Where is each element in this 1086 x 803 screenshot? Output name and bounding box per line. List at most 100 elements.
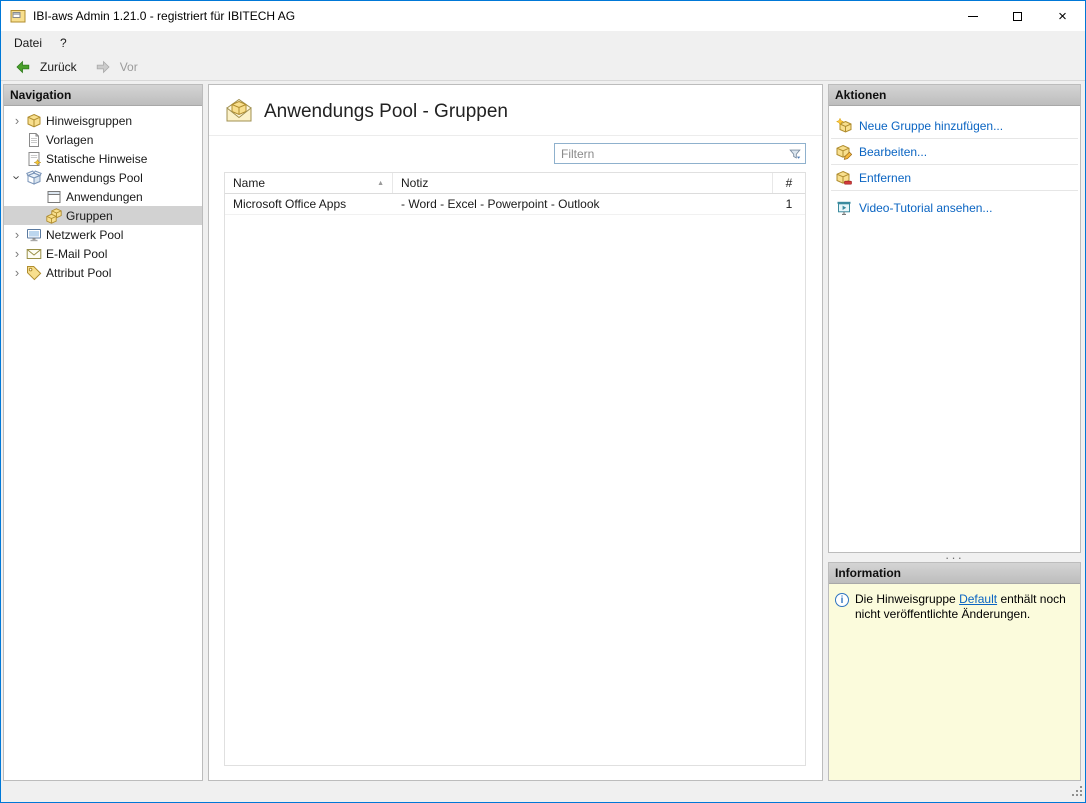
- action-label: Entfernen: [859, 170, 912, 185]
- sort-ascending-icon: ▲: [377, 179, 384, 187]
- window-title: IBI-aws Admin 1.21.0 - registriert für I…: [33, 9, 296, 23]
- main-panel: Anwendungs Pool - Gruppen Name ▲: [208, 84, 823, 781]
- tree-item-label: Vorlagen: [46, 132, 94, 147]
- add-group-icon: [835, 117, 852, 134]
- action-label: Bearbeiten...: [859, 144, 928, 159]
- templates-icon: [26, 132, 42, 148]
- column-header-count-label: #: [785, 176, 793, 190]
- chevron-right-icon[interactable]: ›: [10, 114, 24, 127]
- sidebar-item-vorlagen[interactable]: › Vorlagen: [4, 130, 202, 149]
- tree-item-label: Netzwerk Pool: [46, 227, 124, 242]
- page-title: Anwendungs Pool - Gruppen: [264, 100, 508, 122]
- sidebar-item-anwendungen[interactable]: › Anwendungen: [4, 187, 202, 206]
- chevron-right-icon[interactable]: ›: [10, 247, 24, 260]
- back-arrow-icon: [15, 59, 31, 75]
- sidebar-item-netzwerk-pool[interactable]: › Netzwerk Pool: [4, 225, 202, 244]
- sidebar-item-statische-hinweise[interactable]: › Statische Hinweise: [4, 149, 202, 168]
- sidebar-item-email-pool[interactable]: › E-Mail Pool: [4, 244, 202, 263]
- action-list: Neue Gruppe hinzufügen... Bearbeiten...: [829, 106, 1080, 220]
- menu-bar: Datei ?: [1, 31, 1085, 54]
- back-button[interactable]: Zurück: [6, 56, 84, 78]
- static-notices-icon: [26, 151, 42, 167]
- tree-item-label: Anwendungen: [66, 189, 143, 204]
- close-button[interactable]: ×: [1040, 1, 1085, 31]
- maximize-icon: [1013, 11, 1022, 21]
- table-header-row: Name ▲ Notiz #: [225, 173, 805, 194]
- column-header-name-label: Name: [233, 176, 266, 190]
- filter-row: [209, 136, 822, 172]
- attribute-pool-icon: [26, 265, 42, 281]
- status-bar: [1, 781, 1085, 802]
- close-icon: ×: [1058, 7, 1067, 25]
- column-header-notiz[interactable]: Notiz: [393, 173, 773, 193]
- minimize-icon: [967, 15, 978, 17]
- tree-item-label: Gruppen: [66, 208, 113, 223]
- action-edit[interactable]: Bearbeiten...: [829, 139, 1080, 164]
- notice-groups-icon: [26, 113, 42, 129]
- actions-header: Aktionen: [829, 85, 1080, 106]
- navigation-tree: › Hinweisgruppen › Vorlagen ›: [4, 106, 202, 282]
- forward-button: Vor: [86, 56, 145, 78]
- tree-item-label: Statische Hinweise: [46, 151, 148, 166]
- edit-group-icon: [836, 144, 853, 160]
- title-bar: IBI-aws Admin 1.21.0 - registriert für I…: [1, 1, 1085, 31]
- groups-page-icon: [225, 96, 253, 127]
- right-column: Aktionen Neue Gruppe hinzufügen... Bearb…: [828, 84, 1081, 781]
- email-pool-icon: [26, 246, 42, 262]
- chevron-down-icon[interactable]: ›: [10, 171, 25, 185]
- app-icon: [10, 8, 26, 24]
- cell-count: 1: [785, 197, 793, 211]
- maximize-button[interactable]: [995, 1, 1040, 31]
- info-text-before: Die Hinweisgruppe: [855, 592, 956, 606]
- information-panel: Information i Die Hinweisgruppe Default …: [828, 562, 1081, 781]
- action-remove[interactable]: Entfernen: [829, 165, 1080, 190]
- info-icon: i: [835, 593, 849, 607]
- column-header-notiz-label: Notiz: [401, 176, 429, 190]
- chevron-right-icon[interactable]: ›: [10, 266, 24, 279]
- resize-grip[interactable]: [1071, 785, 1083, 800]
- actions-panel: Aktionen Neue Gruppe hinzufügen... Bearb…: [828, 84, 1081, 553]
- panel-splitter[interactable]: ···: [828, 551, 1081, 564]
- forward-arrow-icon: [95, 59, 111, 75]
- filter-funnel-icon[interactable]: [785, 144, 805, 163]
- sidebar-item-hinweisgruppen[interactable]: › Hinweisgruppen: [4, 111, 202, 130]
- action-label: Video-Tutorial ansehen...: [859, 200, 993, 215]
- toolbar: Zurück Vor: [1, 54, 1085, 81]
- divider: [831, 190, 1078, 191]
- tree-item-label: Hinweisgruppen: [46, 113, 133, 128]
- action-add-group[interactable]: Neue Gruppe hinzufügen...: [829, 113, 1080, 138]
- chevron-right-icon[interactable]: ›: [10, 228, 24, 241]
- minimize-button[interactable]: [950, 1, 995, 31]
- column-header-count[interactable]: #: [773, 173, 805, 193]
- menu-datei[interactable]: Datei: [5, 33, 51, 53]
- video-tutorial-icon: [836, 200, 852, 216]
- applications-icon: [46, 189, 62, 205]
- action-label: Neue Gruppe hinzufügen...: [859, 118, 1004, 133]
- information-header: Information: [829, 563, 1080, 584]
- cell-notiz: - Word - Excel - Powerpoint - Outlook: [401, 197, 600, 211]
- tree-item-label: Anwendungs Pool: [46, 170, 143, 185]
- remove-group-icon: [836, 170, 852, 186]
- app-window: IBI-aws Admin 1.21.0 - registriert für I…: [0, 0, 1086, 803]
- filter-box: [554, 143, 806, 164]
- groups-icon: [46, 207, 62, 224]
- page-header: Anwendungs Pool - Gruppen: [209, 85, 822, 136]
- window-body: Navigation › Hinweisgruppen › Vorlagen: [1, 81, 1085, 781]
- sidebar-item-attribut-pool[interactable]: › Attribut Pool: [4, 263, 202, 282]
- column-header-name[interactable]: Name ▲: [225, 173, 393, 193]
- information-text: Die Hinweisgruppe Default enthält noch n…: [855, 592, 1067, 622]
- sidebar-item-gruppen[interactable]: › Gruppen: [4, 206, 202, 225]
- application-pool-icon: [26, 169, 42, 186]
- default-group-link[interactable]: Default: [959, 592, 997, 606]
- information-body: i Die Hinweisgruppe Default enthält noch…: [829, 584, 1080, 780]
- action-video-tutorial[interactable]: Video-Tutorial ansehen...: [829, 195, 1080, 220]
- tree-item-label: Attribut Pool: [46, 265, 112, 280]
- tree-item-label: E-Mail Pool: [46, 246, 108, 261]
- menu-help[interactable]: ?: [51, 33, 76, 53]
- forward-label: Vor: [119, 60, 138, 74]
- groups-table: Name ▲ Notiz # Microsoft Office Apps - W…: [224, 172, 806, 766]
- network-pool-icon: [26, 227, 42, 243]
- filter-input[interactable]: [555, 144, 785, 163]
- table-row[interactable]: Microsoft Office Apps - Word - Excel - P…: [225, 194, 805, 215]
- sidebar-item-anwendungs-pool[interactable]: › Anwendungs Pool: [4, 168, 202, 187]
